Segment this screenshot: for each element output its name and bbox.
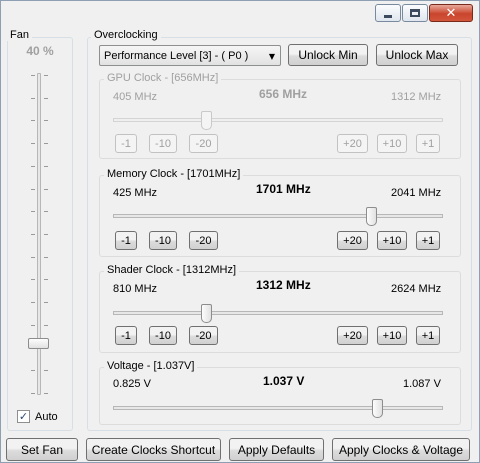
gpu-minus-20-button: -20 bbox=[189, 134, 218, 153]
voltage-max: 1.087 V bbox=[403, 378, 441, 390]
memory-minus-20-button[interactable]: -20 bbox=[189, 231, 218, 250]
fan-slider-tick bbox=[31, 370, 35, 371]
shader-clock-current: 1312 MHz bbox=[256, 278, 311, 292]
fan-slider-tick bbox=[31, 189, 35, 190]
fan-slider-tick bbox=[31, 279, 35, 280]
voltage-slider-track[interactable] bbox=[113, 406, 443, 410]
memory-minus-10-button[interactable]: -10 bbox=[149, 231, 177, 250]
fan-slider-tick bbox=[44, 393, 48, 394]
fan-slider-tick bbox=[31, 257, 35, 258]
memory-clock-slider-thumb[interactable] bbox=[366, 207, 377, 226]
fan-slider-tick bbox=[44, 302, 48, 303]
memory-clock-slider-track[interactable] bbox=[113, 214, 443, 218]
memory-clock-min: 425 MHz bbox=[113, 187, 158, 199]
memory-minus-1-button[interactable]: -1 bbox=[115, 231, 137, 250]
maximize-button[interactable] bbox=[402, 4, 428, 22]
fan-group-title: Fan bbox=[7, 29, 32, 41]
apply-clocks-voltage-button[interactable]: Apply Clocks & Voltage bbox=[332, 438, 470, 461]
unlock-max-button[interactable]: Unlock Max bbox=[376, 44, 458, 66]
memory-clock-max: 2041 MHz bbox=[391, 187, 442, 199]
fan-slider-tick bbox=[31, 120, 35, 121]
fan-slider-tick bbox=[44, 370, 48, 371]
caption-buttons: ✕ bbox=[374, 4, 473, 22]
gpu-minus-1-button: -1 bbox=[115, 134, 137, 153]
fan-slider-thumb[interactable] bbox=[28, 338, 49, 349]
shader-minus-10-button[interactable]: -10 bbox=[149, 326, 177, 345]
apply-defaults-button[interactable]: Apply Defaults bbox=[229, 438, 324, 461]
shader-minus-1-button[interactable]: -1 bbox=[115, 326, 137, 345]
close-icon: ✕ bbox=[445, 5, 457, 21]
unlock-min-button[interactable]: Unlock Min bbox=[288, 44, 368, 66]
shader-clock-slider-track[interactable] bbox=[113, 311, 443, 315]
memory-plus-10-button[interactable]: +10 bbox=[377, 231, 407, 250]
fan-slider-tick bbox=[44, 279, 48, 280]
close-button[interactable]: ✕ bbox=[429, 4, 473, 22]
fan-slider-tick bbox=[44, 257, 48, 258]
maximize-icon bbox=[410, 9, 420, 17]
auto-checkbox-row[interactable]: ✓ Auto bbox=[17, 410, 58, 423]
shader-plus-1-button[interactable]: +1 bbox=[416, 326, 440, 345]
fan-slider-tick bbox=[44, 120, 48, 121]
chevron-down-icon: ▼ bbox=[268, 52, 275, 61]
gpu-plus-10-button: +10 bbox=[377, 134, 407, 153]
voltage-slider-thumb[interactable] bbox=[372, 399, 383, 418]
voltage-current: 1.037 V bbox=[263, 374, 305, 388]
gpu-plus-20-button: +20 bbox=[337, 134, 368, 153]
gpu-clock-current: 656 MHz bbox=[259, 87, 308, 101]
auto-label: Auto bbox=[35, 410, 58, 423]
fan-slider-tick bbox=[44, 98, 48, 99]
fan-slider-tick bbox=[31, 302, 35, 303]
set-fan-button[interactable]: Set Fan bbox=[6, 438, 78, 461]
minimize-icon bbox=[384, 14, 392, 18]
fan-slider-tick bbox=[31, 234, 35, 235]
gpu-plus-1-button: +1 bbox=[416, 134, 440, 153]
fan-slider-tick bbox=[31, 143, 35, 144]
shader-clock-max: 2624 MHz bbox=[391, 283, 442, 295]
auto-checkbox[interactable]: ✓ bbox=[17, 410, 30, 423]
minimize-button[interactable] bbox=[375, 4, 401, 22]
fan-percent: 40 % bbox=[26, 44, 54, 58]
shader-clock-title: Shader Clock - [1312MHz] bbox=[104, 264, 239, 276]
fan-slider-tick bbox=[31, 393, 35, 394]
fan-slider-tick bbox=[44, 211, 48, 212]
performance-level-value: Performance Level [3] - ( P0 ) bbox=[104, 49, 249, 62]
fan-slider-tick bbox=[31, 98, 35, 99]
shader-minus-20-button[interactable]: -20 bbox=[189, 326, 218, 345]
fan-slider-tick bbox=[31, 166, 35, 167]
fan-slider-tick bbox=[44, 325, 48, 326]
fan-slider-tick bbox=[31, 75, 35, 76]
voltage-title: Voltage - [1.037V] bbox=[104, 360, 198, 372]
fan-slider-tick bbox=[44, 189, 48, 190]
memory-plus-20-button[interactable]: +20 bbox=[337, 231, 368, 250]
gpu-minus-10-button: -10 bbox=[149, 134, 177, 153]
fan-slider-tick bbox=[44, 143, 48, 144]
memory-clock-current: 1701 MHz bbox=[256, 182, 311, 196]
shader-clock-min: 810 MHz bbox=[113, 283, 158, 295]
gpu-clock-slider-thumb bbox=[201, 111, 212, 130]
fan-slider-tick bbox=[44, 234, 48, 235]
fan-slider-tick bbox=[44, 166, 48, 167]
shader-plus-20-button[interactable]: +20 bbox=[337, 326, 368, 345]
gpu-clock-title: GPU Clock - [656MHz] bbox=[104, 72, 222, 84]
shader-clock-slider-thumb[interactable] bbox=[201, 304, 212, 323]
memory-plus-1-button[interactable]: +1 bbox=[416, 231, 440, 250]
memory-clock-title: Memory Clock - [1701MHz] bbox=[104, 168, 244, 180]
shader-plus-10-button[interactable]: +10 bbox=[377, 326, 407, 345]
gpu-clock-max: 1312 MHz bbox=[391, 91, 442, 103]
performance-level-dropdown[interactable]: Performance Level [3] - ( P0 ) ▼ bbox=[99, 45, 281, 66]
voltage-min: 0.825 V bbox=[113, 378, 151, 390]
gpu-clock-slider-track bbox=[113, 118, 443, 122]
fan-slider-tick bbox=[31, 211, 35, 212]
overclocking-group-title: Overclocking bbox=[91, 29, 161, 41]
create-clocks-shortcut-button[interactable]: Create Clocks Shortcut bbox=[86, 438, 221, 461]
window: ✕ Fan 40 % ✓ Auto Overclocking Performan… bbox=[0, 0, 480, 463]
gpu-clock-min: 405 MHz bbox=[113, 91, 158, 103]
fan-slider-tick bbox=[44, 75, 48, 76]
fan-slider-tick bbox=[31, 325, 35, 326]
